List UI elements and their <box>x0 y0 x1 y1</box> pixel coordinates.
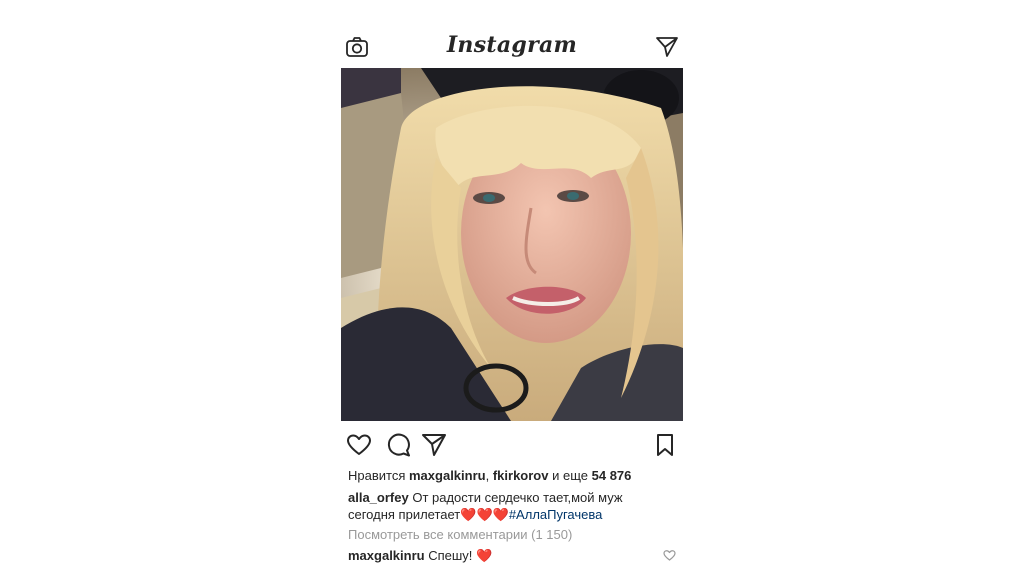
top-bar: Instagram <box>341 28 683 66</box>
caption-hearts: ❤️❤️❤️ <box>460 507 509 522</box>
app-logo: Instagram <box>446 32 578 58</box>
likes-count[interactable]: 54 876 <box>592 468 632 483</box>
comment-like-icon[interactable] <box>663 549 676 562</box>
heart-outline-icon[interactable] <box>346 432 372 458</box>
likes-separator: , <box>485 468 490 483</box>
instagram-post-card: Instagram Нравится maxgalkinru, fkirkoro… <box>341 28 683 563</box>
likes-prefix: Нравится <box>348 468 406 483</box>
post-photo[interactable] <box>341 68 683 421</box>
paper-plane-icon[interactable] <box>421 432 447 458</box>
post-actions <box>341 428 683 460</box>
comment-author[interactable]: maxgalkinru <box>348 548 425 563</box>
likes-conjunction: и еще <box>552 468 588 483</box>
bookmark-icon[interactable] <box>652 432 678 458</box>
post-caption: alla_orfey От радости сердечко тает,мой … <box>348 489 668 523</box>
comment-row: maxgalkinru Спешу! ❤️ <box>348 547 648 564</box>
comment-icon[interactable] <box>385 432 411 458</box>
likes-line: Нравится maxgalkinru, fkirkorov и еще 54… <box>348 468 678 484</box>
caption-author[interactable]: alla_orfey <box>348 490 409 505</box>
direct-message-icon[interactable] <box>655 36 679 58</box>
caption-hashtag[interactable]: #АллаПугачева <box>509 507 603 522</box>
view-all-comments-link[interactable]: Посмотреть все комментарии (1 150) <box>348 527 668 543</box>
comment-text: Спешу! <box>428 548 473 563</box>
comment-heart-emoji: ❤️ <box>476 548 493 563</box>
liker-username-2[interactable]: fkirkorov <box>493 468 549 483</box>
liker-username-1[interactable]: maxgalkinru <box>409 468 486 483</box>
